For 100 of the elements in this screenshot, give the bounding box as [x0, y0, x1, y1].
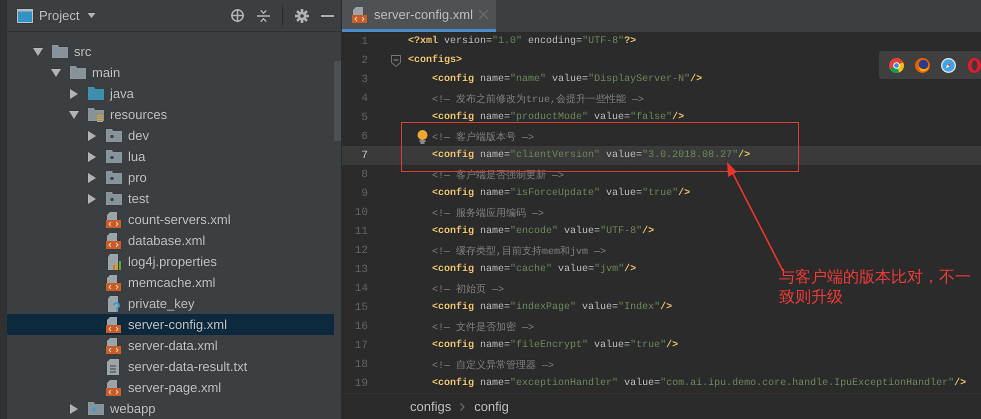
- scrollbar-thumb[interactable]: [334, 61, 341, 141]
- caret-icon: [87, 13, 96, 18]
- folder-icon: [52, 45, 68, 58]
- text-file-icon: [106, 358, 122, 374]
- properties-file-icon: [106, 254, 122, 270]
- xml-file-icon: [106, 316, 122, 332]
- unknown-file-icon: [106, 296, 122, 312]
- code-line: <config name="productMode" value="false"/>: [432, 112, 684, 123]
- web-folder-icon: [88, 402, 104, 415]
- expanded-arrow-icon[interactable]: [69, 110, 79, 118]
- tree-item[interactable]: server-page.xml: [7, 377, 334, 398]
- code-line: <!— 初始页 —>: [432, 282, 504, 296]
- code-line: <!— 客户端版本号 —>: [432, 130, 534, 144]
- code-line: <config name="isForceUpdate" value="true"/>: [432, 188, 690, 199]
- line-number: 14: [354, 282, 368, 294]
- tree-item[interactable]: java: [7, 83, 334, 104]
- fold-marker-icon[interactable]: [391, 54, 401, 66]
- code-line: <!— 服务端应用编码 —>: [432, 206, 544, 220]
- package-folder-icon: [106, 171, 122, 184]
- code-line: <config name="exceptionHandler" value="com.ai.ipu.demo.core.handle.IpuExceptionHandler"/>: [432, 378, 966, 389]
- tree-item[interactable]: pro: [7, 167, 334, 188]
- tree-item[interactable]: test: [7, 188, 334, 209]
- package-folder-icon: [106, 192, 122, 205]
- collapsed-arrow-icon[interactable]: [87, 130, 97, 140]
- code-line: <!— 自定义异常管理器 —>: [432, 358, 554, 372]
- code-line: <configs>: [408, 55, 462, 66]
- breadcrumb[interactable]: config: [474, 399, 509, 414]
- line-number: 13: [354, 264, 368, 276]
- browser-icon[interactable]: [915, 58, 930, 72]
- tree-item[interactable]: private_key: [7, 293, 334, 314]
- settings-icon[interactable]: [295, 8, 309, 22]
- collapsed-arrow-icon[interactable]: [87, 194, 97, 204]
- package-folder-icon: [106, 150, 122, 163]
- browser-icon[interactable]: [889, 58, 904, 72]
- collapsed-arrow-icon[interactable]: [87, 172, 97, 182]
- line-number: 4: [360, 92, 368, 104]
- package-folder-icon: [106, 129, 122, 142]
- collapse-all-icon[interactable]: [257, 8, 270, 22]
- tree-item[interactable]: count-servers.xml: [7, 209, 334, 230]
- tree-item[interactable]: lua: [7, 146, 334, 167]
- line-number: 1: [360, 36, 368, 48]
- tree-item[interactable]: server-data-result.txt: [7, 356, 334, 377]
- expanded-arrow-icon[interactable]: [51, 68, 61, 76]
- minimize-icon[interactable]: [321, 14, 334, 16]
- tree-item[interactable]: server-config.xml: [7, 314, 334, 335]
- code-line: <!— 发布之前修改为true,会提升一些性能 —>: [432, 92, 644, 106]
- code-line: <!— 文件是否加密 —>: [432, 320, 534, 334]
- line-number: 10: [354, 206, 368, 218]
- code-line: <config name="cache" value="jvm"/>: [432, 264, 636, 275]
- tree-item[interactable]: dev: [7, 125, 334, 146]
- xml-file-icon: [106, 338, 122, 354]
- code-line: <config name="clientVersion" value="3.0.2018.08.27"/>: [432, 150, 750, 161]
- code-line: <config name="indexPage" value="Index"/>: [432, 302, 672, 313]
- line-number: 6: [360, 130, 368, 142]
- code-line: <config name="fileEncrypt" value="true"/>: [432, 340, 678, 351]
- project-view-dropdown[interactable]: Project: [39, 8, 96, 23]
- line-number: 9: [360, 188, 368, 200]
- xml-file-icon: [106, 274, 122, 290]
- code-line: <config name="name" value="DisplayServer-N"/>: [432, 74, 702, 85]
- line-number: 7: [360, 150, 368, 162]
- folder-icon: [70, 66, 86, 79]
- xml-file-icon: [352, 6, 368, 22]
- line-number: 19: [354, 378, 368, 390]
- line-number: 17: [354, 340, 368, 352]
- browser-icon[interactable]: [941, 58, 956, 72]
- collapsed-arrow-icon[interactable]: [69, 88, 79, 98]
- code-line: <config name="encode" value="UTF-8"/>: [432, 226, 654, 237]
- collapsed-arrow-icon[interactable]: [87, 152, 97, 162]
- tree-item[interactable]: database.xml: [7, 230, 334, 251]
- resource-folder-icon: [88, 108, 104, 122]
- collapsed-arrow-icon[interactable]: [69, 404, 79, 414]
- line-number: 12: [354, 244, 368, 256]
- xml-file-icon: [106, 380, 122, 396]
- tree-item[interactable]: src: [7, 41, 334, 62]
- tree-item[interactable]: log4j.properties: [7, 251, 334, 272]
- project-view-icon: [17, 8, 33, 22]
- breadcrumb[interactable]: configs: [410, 399, 452, 414]
- tree-item[interactable]: memcache.xml: [7, 272, 334, 293]
- tree-item[interactable]: resources: [7, 104, 334, 125]
- annotation-text: 与客户端的版本比对，不一致则升级: [779, 267, 972, 307]
- line-number: 3: [360, 74, 368, 86]
- lightbulb-icon[interactable]: [417, 130, 428, 144]
- line-number: 8: [360, 168, 368, 180]
- editor-tab[interactable]: server-config.xml: [342, 0, 496, 32]
- xml-file-icon: [106, 212, 122, 228]
- tree-item[interactable]: server-data.xml: [7, 335, 334, 356]
- code-line: <!— 缓存类型,目前支持mem和jvm —>: [432, 244, 606, 258]
- folder-icon: [88, 87, 104, 100]
- line-number: 18: [354, 358, 368, 370]
- code-line: <?xml version="1.0" encoding="UTF-8"?>: [408, 36, 636, 47]
- expanded-arrow-icon[interactable]: [33, 48, 43, 56]
- line-number: 5: [360, 112, 368, 124]
- line-number: 2: [360, 54, 368, 66]
- xml-file-icon: [106, 232, 122, 248]
- tree-item[interactable]: main: [7, 62, 334, 83]
- chevron-icon: [460, 402, 466, 410]
- line-number: 16: [354, 320, 368, 332]
- line-number: 15: [354, 302, 368, 314]
- locate-icon[interactable]: [230, 8, 245, 23]
- tree-item[interactable]: webapp: [7, 398, 334, 419]
